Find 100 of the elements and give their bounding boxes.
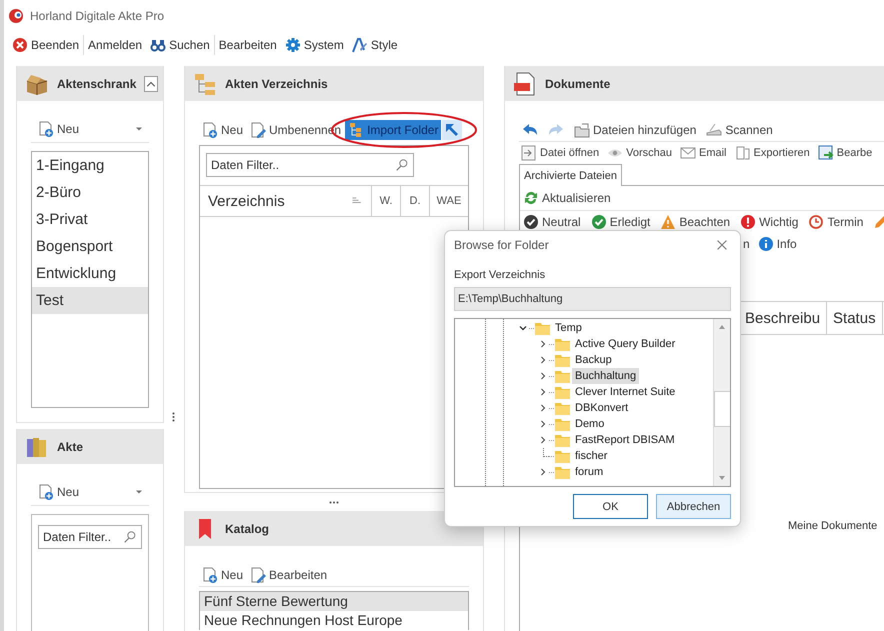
brush-icon (352, 37, 368, 53)
folder-icon (554, 448, 570, 464)
splitter-handle[interactable] (172, 412, 175, 422)
toolbar-button[interactable]: Email (678, 143, 729, 163)
settings-icon (284, 37, 301, 53)
open-file-icon (521, 145, 537, 161)
status-button[interactable]: Termin (805, 212, 866, 232)
empty-message: Meine Dokumente (788, 520, 878, 532)
tree-item[interactable]: Clever Internet Suite (572, 384, 678, 400)
panel-title: Akte (57, 440, 84, 454)
dialog-button[interactable]: OK (573, 494, 648, 519)
panel-title: Akten Verzeichnis (225, 76, 329, 90)
list-item[interactable]: Fünf Sterne Bewertung (200, 592, 468, 611)
column-header[interactable]: Status (827, 302, 883, 334)
toolbar-button[interactable]: Exportieren (732, 143, 812, 163)
folder-icon (534, 320, 550, 336)
scrollbar-thumb[interactable] (714, 391, 730, 427)
mail-icon (680, 145, 696, 161)
tree-item[interactable]: Active Query Builder (572, 336, 678, 352)
folder-icon (554, 352, 570, 368)
new-document-icon (202, 122, 218, 138)
list-item[interactable]: Bogensport (32, 233, 148, 260)
tree-item[interactable]: FastReport DBISAM (572, 432, 678, 448)
column-header[interactable]: WAE (429, 186, 468, 216)
toolbar-button[interactable]: Neu (199, 565, 246, 585)
menu-item[interactable]: System (280, 34, 348, 56)
export-icon (734, 145, 751, 161)
tab[interactable]: Archivierte Dateien (519, 164, 622, 186)
field-label: Export Verzeichnis (454, 269, 546, 281)
hierarchy-icon (193, 72, 217, 96)
status-button[interactable]: Info (754, 234, 800, 254)
folder-icon (554, 432, 570, 448)
arrow-down-icon[interactable] (717, 474, 727, 482)
toolbar-button[interactable]: Scannen (703, 120, 776, 140)
new-button[interactable]: Neu (35, 119, 82, 139)
tree-item[interactable]: fischer (572, 448, 610, 464)
edit-document-icon (250, 122, 266, 138)
tree-item[interactable]: Temp (552, 320, 585, 336)
search-icon (123, 530, 137, 544)
status-button[interactable]: Wichtig (737, 212, 802, 232)
menu-item[interactable]: Beenden (8, 34, 84, 56)
new-document-icon (202, 567, 218, 583)
window-title: Horland Digitale Akte Pro (30, 9, 164, 23)
app-logo-icon (8, 8, 24, 24)
list-item[interactable]: 2-Büro (32, 179, 148, 206)
menu-item[interactable]: Bearbeiten (214, 34, 281, 56)
dialog-button[interactable]: Abbrechen (656, 494, 731, 519)
toolbar-button[interactable]: Vorschau (605, 143, 674, 163)
toolbar-button[interactable]: Datei öffnen (519, 143, 602, 163)
menu-item[interactable]: Style (348, 34, 402, 56)
new-button[interactable]: Neu (35, 482, 82, 502)
collapse-button[interactable] (144, 76, 158, 92)
menu-item[interactable]: Anmelden (84, 34, 146, 56)
toolbar-button[interactable]: Dateien hinzufügen (571, 120, 700, 140)
toolbar-button[interactable]: Bearbe (816, 143, 874, 163)
status-button[interactable]: n (740, 234, 753, 254)
toolbar-button[interactable]: Bearbeiten (247, 565, 330, 585)
new-document-icon (38, 484, 54, 500)
folder-icon (554, 464, 570, 480)
folder-icon (554, 336, 570, 352)
splitter-handle[interactable] (329, 500, 339, 504)
column-header[interactable]: W. (371, 186, 400, 216)
scanner-icon (706, 122, 722, 138)
refresh-button[interactable]: Aktualisieren (520, 188, 614, 208)
folder-icon (554, 400, 570, 416)
toolbar-button[interactable]: Neu (199, 120, 246, 140)
clock-icon (808, 214, 824, 230)
folder-icon (554, 384, 570, 400)
list-item[interactable]: Test (32, 287, 148, 314)
tree-item[interactable]: Demo (572, 416, 608, 432)
filter-field[interactable]: Daten Filter.. (206, 153, 414, 177)
scrollbar[interactable] (713, 319, 730, 486)
status-button[interactable]: Beachten (657, 212, 734, 232)
info-icon (758, 236, 774, 252)
list-item[interactable]: Entwicklung (32, 260, 148, 287)
list-item[interactable]: 1-Eingang (32, 152, 148, 179)
tree-item[interactable]: Backup (572, 352, 615, 368)
column-header[interactable]: D. (400, 186, 429, 216)
filter-field[interactable]: Daten Filter.. (38, 525, 142, 549)
tree-item[interactable]: Buchhaltung (572, 368, 640, 384)
list-item[interactable]: 3-Privat (32, 206, 148, 233)
binoculars-icon (150, 37, 166, 53)
new-document-icon (38, 121, 54, 137)
panel-title: Dokumente (545, 76, 612, 90)
arrow-up-icon[interactable] (717, 323, 727, 331)
arrow-icon (444, 122, 460, 138)
close-circle-icon (12, 37, 28, 53)
column-header[interactable]: Verzeichnis (200, 186, 371, 216)
search-icon (395, 158, 409, 172)
panel-title: Aktenschrank (57, 76, 136, 90)
alert-icon (740, 214, 756, 230)
list-item[interactable]: Neue Rechnungen Host Europe (200, 611, 468, 630)
refresh-icon (523, 190, 539, 206)
tree-item[interactable]: DBKonvert (572, 400, 632, 416)
menu-item[interactable]: Suchen (146, 34, 214, 56)
path-field[interactable]: E:\Temp\Buchhaltung (454, 287, 731, 311)
edit-document-icon (250, 567, 266, 583)
dialog-title: Browse for Folder (454, 238, 549, 252)
tree-item[interactable]: forum (572, 464, 606, 480)
close-icon (715, 238, 729, 252)
